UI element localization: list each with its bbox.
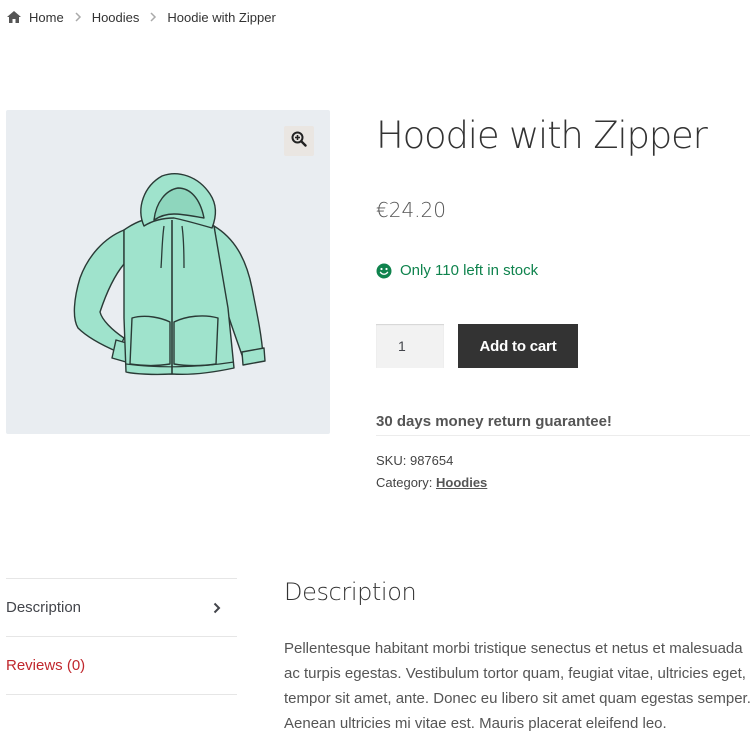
description-title: Description [284,578,417,606]
stock-text: Only 110 left in stock [400,262,539,279]
hoodie-image [73,173,266,376]
add-to-cart-button[interactable]: Add to cart [458,324,578,368]
stock-status: Only 110 left in stock [376,262,538,279]
guarantee-text: 30 days money return guarantee! [376,413,612,430]
tab-reviews[interactable]: Reviews (0) [6,636,237,695]
sku-label: SKU: [376,453,407,468]
chevron-right-icon [213,602,221,614]
breadcrumb-home-link[interactable]: Home [29,10,64,25]
home-icon[interactable] [6,10,22,24]
tab-description[interactable]: Description [6,578,237,636]
quantity-input[interactable] [376,324,444,368]
smile-icon [376,263,392,279]
sku-value: 987654 [409,453,454,468]
breadcrumb: Home Hoodies Hoodie with Zipper [6,8,276,26]
category-link[interactable]: Hoodies [436,475,487,490]
description-text: Pellentesque habitant morbi tristique se… [284,640,750,732]
tab-description-label: Description [6,599,82,616]
zoom-in-icon [291,131,307,152]
divider [376,435,750,436]
tab-reviews-label: Reviews (0) [6,657,86,674]
chevron-right-icon [74,12,82,22]
breadcrumb-current: Hoodie with Zipper [167,9,276,25]
product-price: €24.20 [376,198,446,222]
zoom-button[interactable] [284,126,314,156]
product-tabs: Description Reviews (0) [6,578,237,695]
breadcrumb-hoodies-link[interactable]: Hoodies [92,10,140,25]
product-category: Category: Hoodies [376,475,487,490]
product-sku: SKU: 987654 [376,453,453,468]
product-gallery[interactable] [6,110,330,434]
category-label: Category: [376,475,433,490]
product-title: Hoodie with Zipper [376,114,708,157]
chevron-right-icon [149,12,157,22]
add-to-cart-form: Add to cart [376,324,578,368]
